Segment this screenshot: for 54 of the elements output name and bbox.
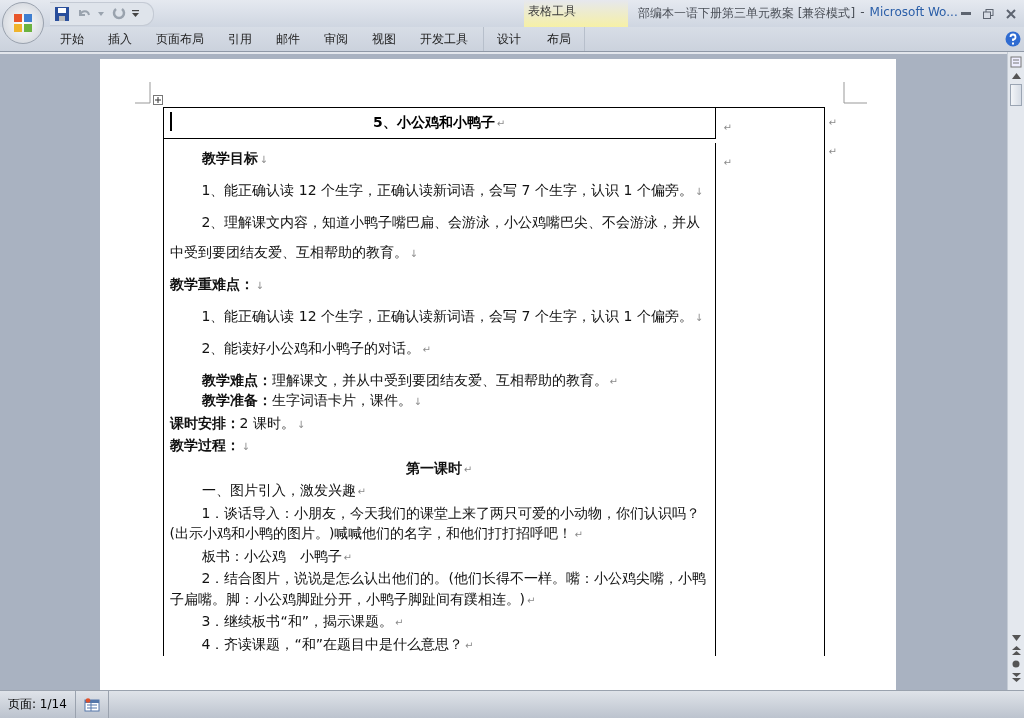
window-title: 部编本一语下册第三单元教案 [兼容模式]: [638, 5, 856, 22]
ribbon-tab[interactable]: 页面布局: [144, 27, 216, 51]
table-move-handle-icon[interactable]: [152, 95, 163, 105]
restore-icon[interactable]: [983, 8, 994, 19]
office-button[interactable]: [2, 2, 44, 44]
cell-end-mark: ↵: [723, 157, 732, 168]
margin-corner-mark: [134, 82, 151, 104]
layout-icon[interactable]: [83, 697, 100, 712]
ribbon-tab[interactable]: 引用: [216, 27, 264, 51]
ribbon-tab[interactable]: 邮件: [264, 27, 312, 51]
contextual-tab-group-label: 表格工具: [524, 0, 628, 27]
paragraph: 2、理解课文内容，知道小鸭子嘴巴扁、会游泳，小公鸡嘴巴尖、不会游泳，并从中受到要团结友爱、互相帮助的教育。↓: [169, 213, 702, 262]
browse-object-icon[interactable]: [1012, 660, 1020, 668]
end-of-row-mark: ↵: [828, 146, 837, 157]
paragraph: 教学难点：理解课文，并从中受到要团结友爱、互相帮助的教育。↵: [200, 371, 619, 390]
title-separator: -: [860, 5, 865, 21]
heading: 教学目标↓: [200, 149, 269, 168]
paragraph: 4．齐读课题，“和”在题目中是什么意思？↵: [200, 634, 475, 654]
scroll-up-icon[interactable]: [1011, 73, 1021, 79]
paragraph: 课时安排：2 课时。↓: [169, 413, 307, 433]
end-of-row-mark: ↵: [828, 117, 837, 128]
paragraph: 1、能正确认读 12 个生字，正确认读新词语，会写 7 个生字，认识 1 个偏旁。↓: [200, 307, 705, 326]
ruler-toggle-icon[interactable]: [1010, 56, 1022, 68]
save-icon[interactable]: [54, 5, 70, 22]
help-icon[interactable]: [1005, 31, 1021, 47]
paragraph: 2、能读好小公鸡和小鸭子的对话。↵: [200, 339, 432, 358]
ribbon-tab[interactable]: 开始: [48, 27, 96, 51]
section-heading: 第一课时↵: [404, 458, 474, 478]
paragraph: 2．结合图片，说说是怎么认出他们的。(他们长得不一样。嘴：小公鸡尖嘴，小鸭子扁嘴。脚：小公鸡脚趾分开，小鸭子脚趾间有蹼相连。)↵: [169, 569, 707, 609]
table-title: 5、小公鸡和小鸭子↵: [169, 114, 709, 132]
ribbon-tab[interactable]: 视图: [360, 27, 408, 51]
paragraph: 3．继续板书“和”，揭示课题。↵: [200, 612, 405, 631]
heading: 教学重难点：↓: [169, 275, 265, 294]
scroll-down-icon[interactable]: [1011, 635, 1021, 641]
heading: 教学过程：↓: [169, 436, 251, 455]
cell-end-mark: ↵: [723, 122, 732, 133]
paragraph: 教学准备：生字词语卡片，课件。↓: [200, 391, 423, 410]
scrollbar-thumb[interactable]: [1010, 84, 1022, 106]
ribbon-tab[interactable]: 布局: [534, 27, 584, 51]
page-count[interactable]: 页面: 1/14: [0, 691, 76, 718]
margin-corner-mark: [842, 82, 867, 104]
ribbon-tab[interactable]: 设计: [484, 27, 534, 51]
close-icon[interactable]: [1006, 8, 1016, 19]
previous-page-icon[interactable]: [1011, 646, 1021, 655]
customize-icon[interactable]: [132, 10, 139, 17]
ribbon-tab[interactable]: 开发工具: [408, 27, 480, 51]
paragraph: 一、图片引入，激发兴趣↵: [200, 481, 367, 500]
paragraph: 1、能正确认读 12 个生字，正确认读新词语，会写 7 个生字，认识 1 个偏旁。↓: [200, 181, 705, 200]
ribbon-tab[interactable]: 插入: [96, 27, 144, 51]
paragraph: 板书：小公鸡 小鸭子↵: [200, 546, 353, 566]
ribbon-tab[interactable]: 审阅: [312, 27, 360, 51]
application-name: Microsoft Wo...: [869, 5, 958, 21]
paragraph: 1．谈话导入：小朋友，今天我们的课堂上来了两只可爱的小动物，你们认识吗？(出示小鸡和小鸭的图片。)喊喊他们的名字，和他们打打招呼吧！↵: [169, 503, 702, 543]
next-page-icon[interactable]: [1011, 673, 1021, 682]
